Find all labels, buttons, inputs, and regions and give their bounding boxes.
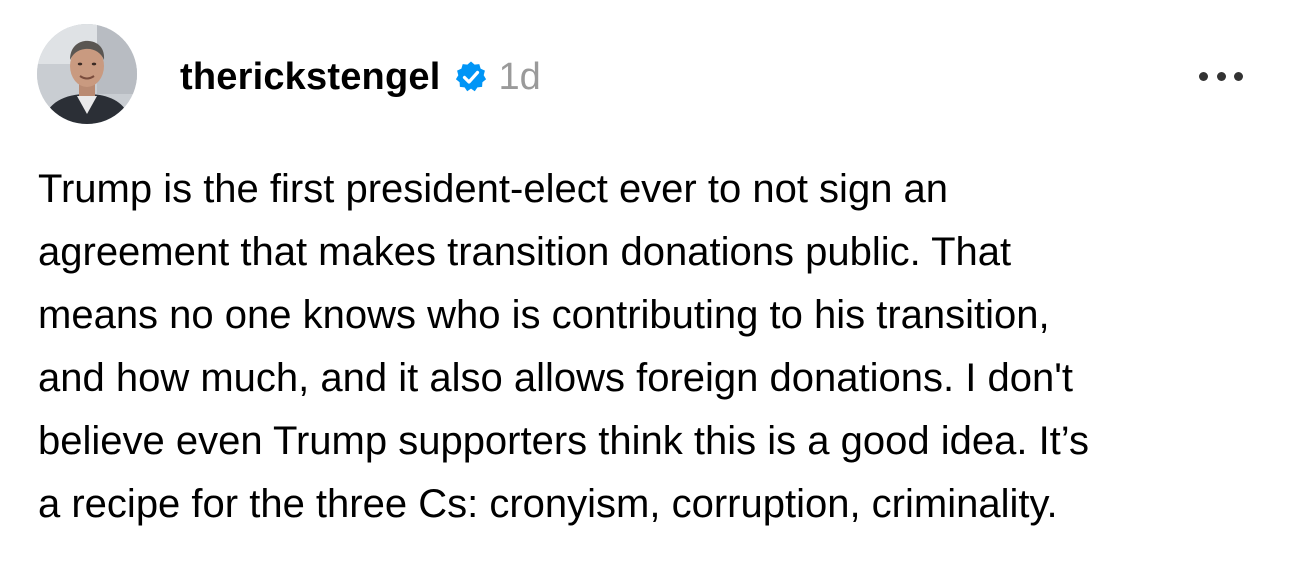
post-text-line: means no one knows who is contributing t… (38, 293, 1050, 337)
post-card: therickstengel 1d Trump is the first pre… (0, 0, 1290, 566)
post-text-line: a recipe for the three Cs: cronyism, cor… (38, 482, 1058, 526)
post-text-line: agreement that makes transition donation… (38, 230, 1012, 274)
post-text-line: Trump is the first president-elect ever … (38, 167, 949, 211)
timestamp[interactable]: 1d (498, 52, 540, 102)
dot (1234, 71, 1243, 81)
post-text-line: believe even Trump supporters think this… (38, 419, 1089, 463)
post-body: Trump is the first president-elect ever … (38, 158, 1258, 536)
avatar[interactable] (37, 24, 137, 124)
dot (1216, 71, 1226, 81)
verified-badge-icon (454, 60, 488, 94)
post-text-line: and how much, and it also allows foreign… (38, 356, 1073, 400)
dot (1199, 71, 1208, 81)
username[interactable]: therickstengel (180, 52, 440, 102)
post-header: therickstengel 1d (180, 52, 541, 102)
more-options-icon[interactable] (1199, 66, 1243, 86)
profile-photo (37, 24, 137, 124)
